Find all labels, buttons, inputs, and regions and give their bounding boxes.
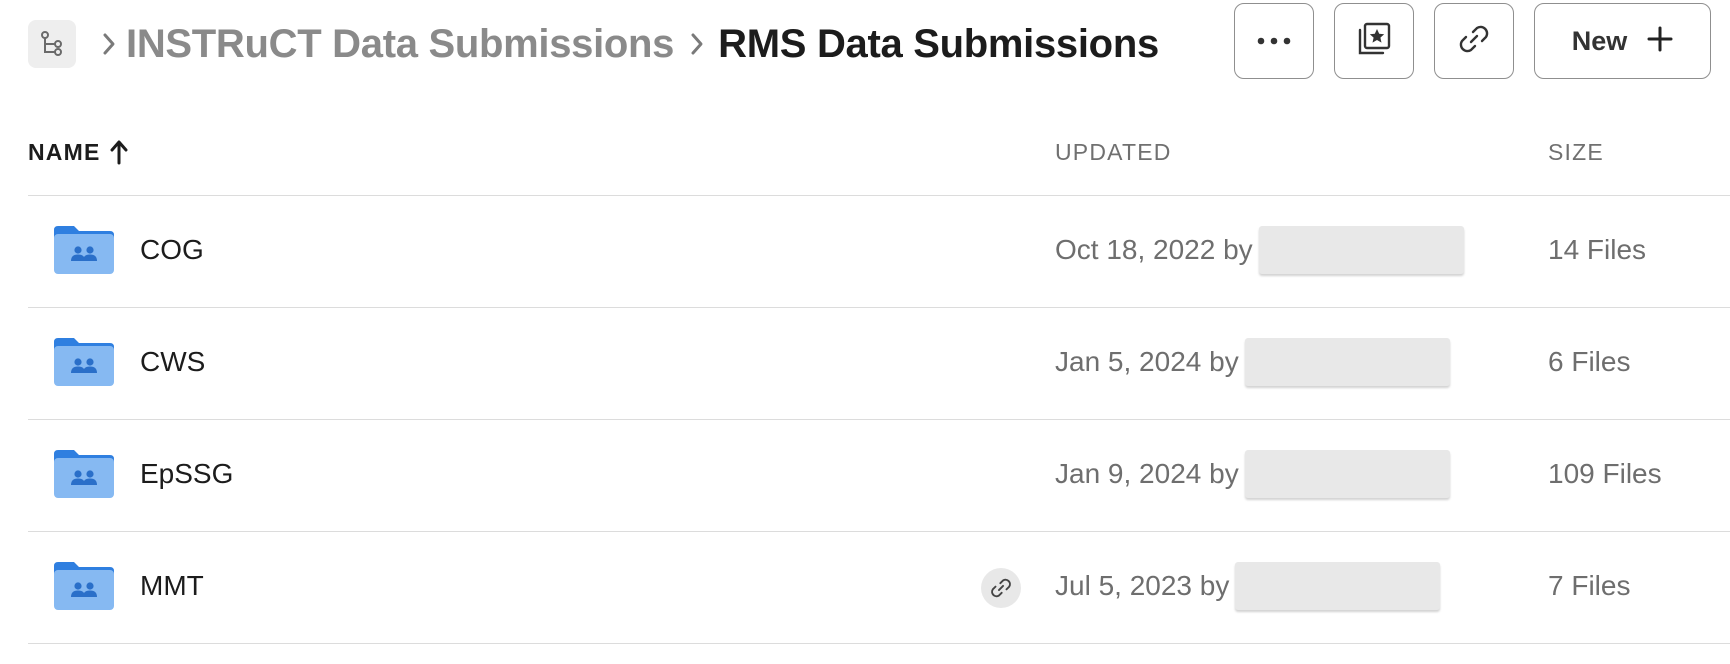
size-cell: 7 Files <box>1548 570 1631 601</box>
shared-folder-icon <box>54 562 114 610</box>
updated-date: Jul 5, 2023 by <box>1055 570 1230 601</box>
folder-tree-icon[interactable] <box>28 20 76 68</box>
folder-name-link[interactable]: COG <box>140 232 204 268</box>
header: INSTRuCT Data Submissions RMS Data Submi… <box>0 0 1730 90</box>
size-cell: 6 Files <box>1548 346 1631 377</box>
folder-name-link[interactable]: CWS <box>140 344 205 380</box>
updated-cell: Jan 9, 2024 by <box>1055 450 1450 498</box>
column-header-name-label: NAME <box>28 138 101 165</box>
chevron-right-icon <box>92 24 126 64</box>
size-cell: 14 Files <box>1548 234 1647 265</box>
chevron-right-icon <box>680 24 714 64</box>
table-row[interactable]: CWS Jan 5, 2024 by 6 Files <box>28 308 1730 420</box>
new-button-label: New <box>1571 25 1628 56</box>
folder-name-link[interactable]: EpSSG <box>140 456 233 492</box>
breadcrumb: INSTRuCT Data Submissions RMS Data Submi… <box>92 14 1159 74</box>
shared-link-icon[interactable] <box>981 568 1021 608</box>
copy-link-button[interactable] <box>1434 3 1514 79</box>
add-to-collection-button[interactable] <box>1334 3 1414 79</box>
updated-date: Jan 5, 2024 by <box>1055 346 1239 377</box>
table-row[interactable]: COG Oct 18, 2022 by 14 Files <box>28 196 1730 308</box>
folder-name-link[interactable]: MMT <box>140 568 204 604</box>
divider <box>28 643 1730 644</box>
sort-ascending-arrow-icon <box>109 139 129 165</box>
page-title: RMS Data Submissions <box>718 21 1159 66</box>
updated-date: Oct 18, 2022 by <box>1055 234 1253 265</box>
more-options-button[interactable] <box>1234 3 1314 79</box>
add-to-collection-icon <box>1355 20 1393 63</box>
shared-folder-icon <box>54 450 114 498</box>
updated-date: Jan 9, 2024 by <box>1055 458 1239 489</box>
column-header-name[interactable]: NAME <box>28 136 129 168</box>
redacted-user <box>1244 450 1450 498</box>
plus-icon <box>1647 26 1673 57</box>
shared-folder-icon <box>54 338 114 386</box>
updated-cell: Oct 18, 2022 by <box>1055 226 1464 274</box>
more-options-icon <box>1257 32 1291 50</box>
updated-cell: Jul 5, 2023 by <box>1055 562 1441 610</box>
column-header-size[interactable]: SIZE <box>1548 136 1604 168</box>
new-button[interactable]: New <box>1534 3 1711 79</box>
redacted-user <box>1258 226 1464 274</box>
redacted-user <box>1244 338 1450 386</box>
column-header-updated[interactable]: UPDATED <box>1055 136 1172 168</box>
size-cell: 109 Files <box>1548 458 1662 489</box>
table-row[interactable]: EpSSG Jan 9, 2024 by 109 Files <box>28 420 1730 532</box>
link-icon <box>1455 20 1493 63</box>
breadcrumb-parent-link[interactable]: INSTRuCT Data Submissions <box>126 22 674 67</box>
table-row[interactable]: MMT Jul 5, 2023 by 7 Files <box>28 532 1730 644</box>
redacted-user <box>1235 562 1441 610</box>
shared-folder-icon <box>54 226 114 274</box>
updated-cell: Jan 5, 2024 by <box>1055 338 1450 386</box>
